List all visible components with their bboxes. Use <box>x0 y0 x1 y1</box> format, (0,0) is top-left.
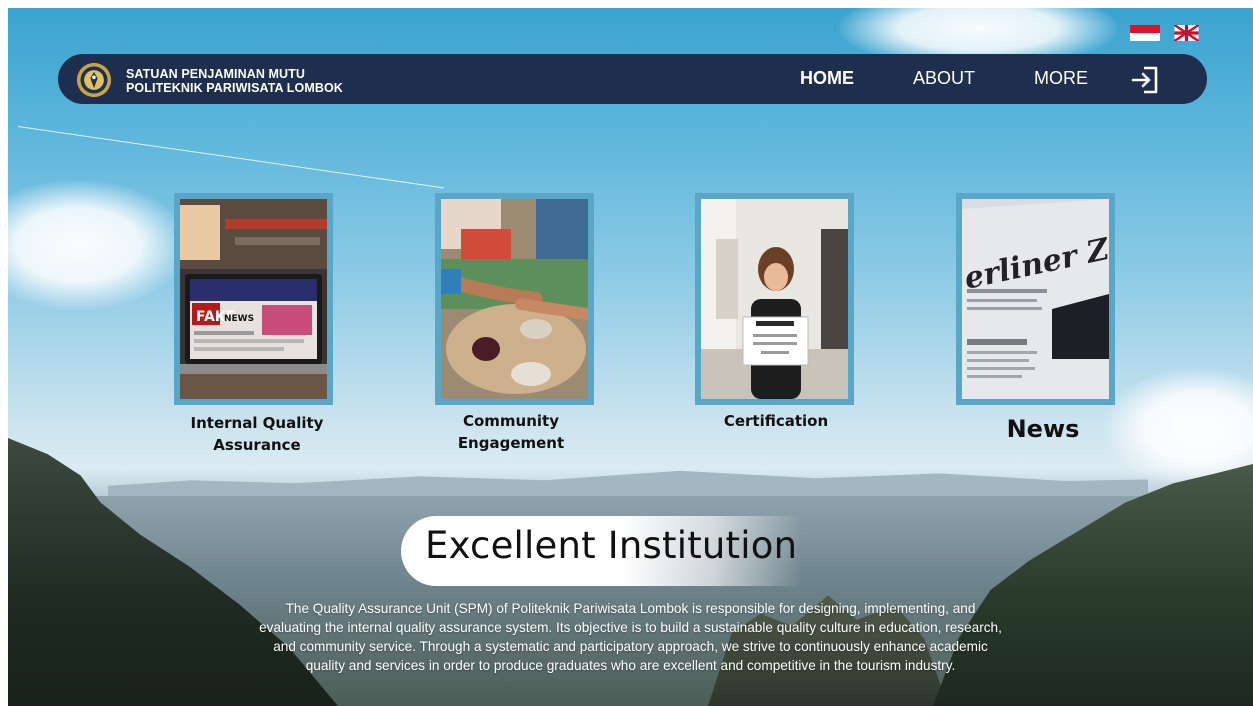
top-navbar: SATUAN PENJAMINAN MUTU POLITEKNIK PARIWI… <box>58 54 1207 104</box>
institution-seal-icon[interactable] <box>76 62 112 98</box>
card-label-internal-quality-assurance[interactable]: Internal Quality Assurance <box>174 412 340 456</box>
flag-uk-icon[interactable] <box>1174 25 1199 41</box>
flag-indonesia-icon[interactable] <box>1130 25 1160 41</box>
hero-description: The Quality Assurance Unit (SPM) of Poli… <box>259 601 1002 673</box>
community-hands-food-photo <box>434 199 594 399</box>
nav-home-link[interactable]: HOME <box>800 68 854 89</box>
laptop-fake-news-photo: FAKE NEWS <box>180 199 327 399</box>
contrail-line <box>17 126 444 189</box>
hero-title: Excellent Institution <box>425 524 798 567</box>
landing-page: SATUAN PENJAMINAN MUTU POLITEKNIK PARIWI… <box>8 8 1253 706</box>
brand-name[interactable]: SATUAN PENJAMINAN MUTU POLITEKNIK PARIWI… <box>126 67 343 95</box>
nav-about-link[interactable]: ABOUT <box>913 68 975 89</box>
svg-text:NEWS: NEWS <box>224 314 254 324</box>
woman-holding-certificate-photo <box>701 199 848 399</box>
card-internal-quality-assurance[interactable]: FAKE NEWS <box>174 193 333 405</box>
card-label-certification[interactable]: Certification <box>698 410 854 432</box>
card-label-community-engagement[interactable]: Community Engagement <box>428 410 594 454</box>
nav-more-link[interactable]: MORE <box>1034 68 1088 89</box>
card-news[interactable]: erliner Z <box>956 193 1115 405</box>
card-certification[interactable] <box>695 193 854 405</box>
card-label-news[interactable]: News <box>978 414 1108 444</box>
brand-line-1: SATUAN PENJAMINAN MUTU <box>126 67 306 81</box>
newspaper-photo: erliner Z <box>961 199 1113 399</box>
login-arrow-icon[interactable] <box>1130 65 1160 95</box>
card-community-engagement[interactable] <box>434 193 594 405</box>
cloud <box>8 180 188 310</box>
brand-line-2: POLITEKNIK PARIWISATA LOMBOK <box>126 81 343 95</box>
